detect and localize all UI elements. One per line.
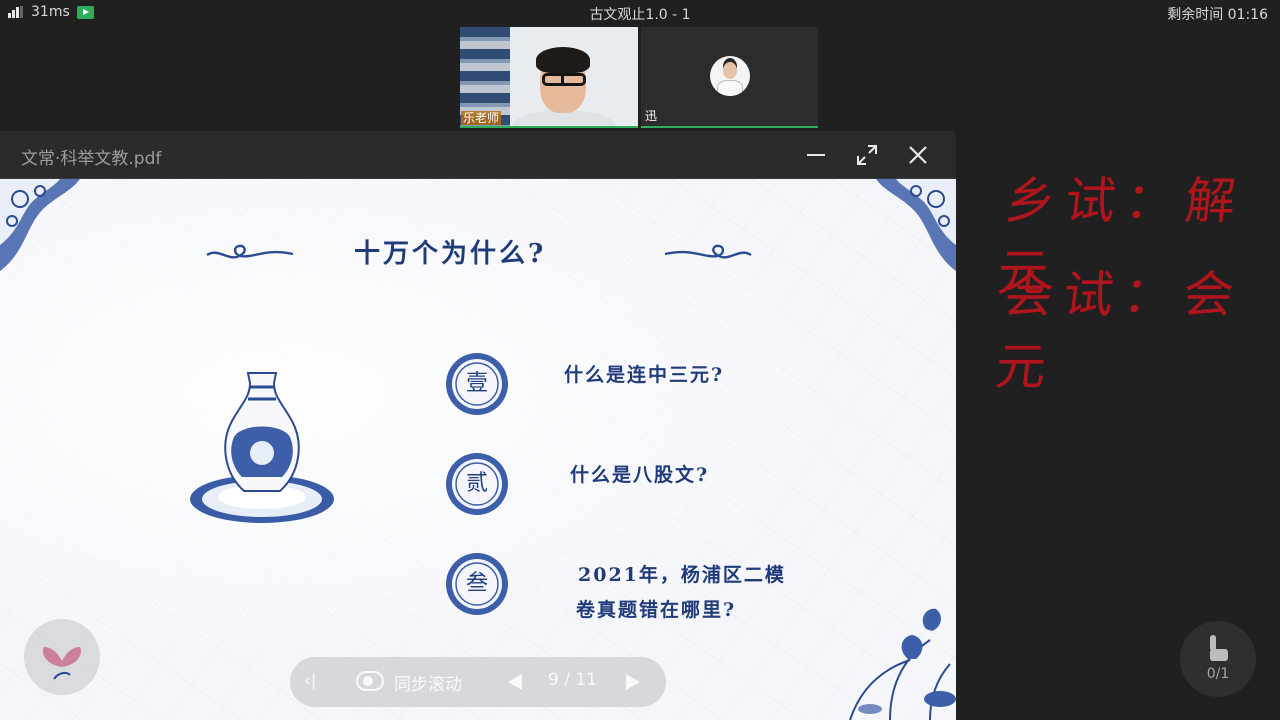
time-remaining: 剩余时间 01:16 bbox=[1167, 7, 1268, 23]
prev-page-icon[interactable] bbox=[508, 674, 522, 690]
close-icon[interactable] bbox=[906, 143, 930, 167]
teacher-video-tile[interactable]: 乐老师 bbox=[460, 27, 638, 128]
maximize-icon[interactable] bbox=[855, 143, 879, 167]
porcelain-corner-ornament bbox=[876, 179, 956, 271]
status-bar: 31ms 古文观止1.0 - 1 剩余时间 01:16 bbox=[0, 0, 1280, 26]
lotus-decoration bbox=[849, 608, 956, 720]
badge-number-1: 壹 bbox=[465, 371, 488, 396]
lotus-thumbnail bbox=[24, 619, 100, 695]
pdf-viewer-header: 文常·科举文教.pdf bbox=[0, 131, 956, 179]
page-navigation-bar: ‹| 同步滚动 9 / 11 bbox=[290, 657, 666, 707]
student-name-tag: 迅 bbox=[645, 109, 658, 123]
window-title: 古文观止1.0 - 1 bbox=[589, 7, 691, 23]
page-indicator: 9 / 11 bbox=[548, 670, 597, 690]
porcelain-corner-ornament bbox=[0, 179, 80, 271]
badge-number-2: 贰 bbox=[465, 471, 488, 496]
next-page-icon[interactable] bbox=[626, 674, 640, 690]
student-video-tile[interactable]: 迅 bbox=[641, 27, 818, 128]
cloud-flourish bbox=[664, 244, 752, 259]
porcelain-vase-illustration bbox=[190, 372, 334, 523]
cloud-flourish bbox=[206, 244, 294, 259]
pdf-viewer-window: 文常·科举文教.pdf 十万个为什么? 壹 什么是连中三元? 贰 什么是八股文?… bbox=[0, 131, 956, 720]
question-3-line-1: 2021年，杨浦区二模 bbox=[578, 564, 786, 586]
sync-scroll-label[interactable]: 同步滚动 bbox=[394, 670, 462, 695]
question-2: 什么是八股文? bbox=[570, 464, 710, 486]
first-page-icon[interactable]: ‹| bbox=[304, 671, 317, 691]
slide-title: 十万个为什么? bbox=[354, 239, 547, 269]
pdf-slide[interactable]: 十万个为什么? 壹 什么是连中三元? 贰 什么是八股文? 叁 2021年，杨浦区… bbox=[0, 179, 956, 720]
question-3-line-2: 卷真题错在哪里? bbox=[576, 599, 737, 621]
whiteboard-panel[interactable]: 乡试：解元 会试：会元 0/1 bbox=[956, 131, 1280, 720]
handwriting-line-2: 会试：会元 bbox=[992, 266, 1247, 396]
raise-hand-icon bbox=[1210, 635, 1228, 661]
raise-hand-button[interactable]: 0/1 bbox=[1180, 621, 1256, 697]
teacher-portrait bbox=[512, 47, 616, 126]
question-1: 什么是连中三元? bbox=[564, 364, 725, 386]
pdf-filename: 文常·科举文教.pdf bbox=[21, 149, 162, 169]
avatar bbox=[710, 56, 750, 96]
teacher-name-tag: 乐老师 bbox=[461, 111, 502, 125]
sync-icon[interactable] bbox=[356, 671, 384, 691]
minimize-icon[interactable] bbox=[805, 143, 829, 167]
badge-number-3: 叁 bbox=[465, 571, 488, 596]
classroom-app: 31ms 古文观止1.0 - 1 剩余时间 01:16 乐老师 迅 文常·科举文… bbox=[0, 0, 1280, 720]
raise-hand-count: 0/1 bbox=[1206, 666, 1230, 682]
